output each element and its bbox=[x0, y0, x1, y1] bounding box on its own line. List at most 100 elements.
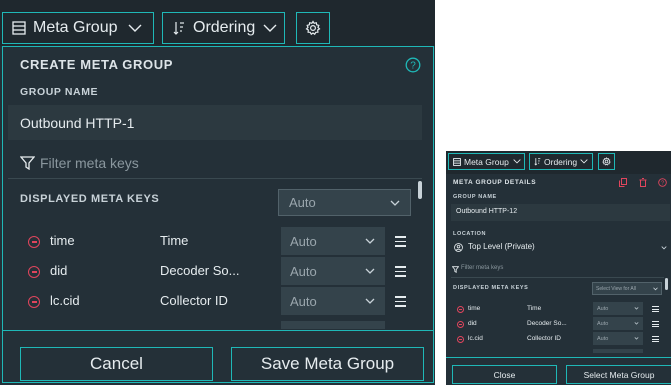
ordering-dropdown[interactable]: Ordering bbox=[162, 12, 285, 44]
meta-group-label: Meta Group bbox=[464, 156, 509, 167]
user-icon bbox=[454, 243, 463, 252]
meta-key: lc.cid bbox=[468, 335, 483, 342]
view-select[interactable] bbox=[593, 349, 643, 353]
list-icon bbox=[12, 21, 26, 35]
remove-icon[interactable] bbox=[457, 321, 464, 328]
location-value: Top Level (Private) bbox=[468, 242, 535, 251]
meta-key: time bbox=[468, 305, 481, 312]
group-name-label: GROUP NAME bbox=[453, 194, 497, 200]
chevron-down-icon bbox=[365, 238, 375, 245]
chevron-down-icon bbox=[634, 337, 639, 340]
group-name-value: Outbound HTTP-1 bbox=[20, 115, 135, 131]
group-name-input[interactable]: Outbound HTTP-1 bbox=[8, 105, 422, 140]
group-name-label: GROUP NAME bbox=[20, 86, 99, 98]
remove-icon[interactable] bbox=[28, 296, 40, 308]
chevron-down-icon bbox=[634, 307, 639, 310]
panel-title: META GROUP DETAILS bbox=[453, 179, 537, 186]
meta-display-name: Collector ID bbox=[160, 293, 228, 308]
view-select[interactable]: Auto bbox=[593, 332, 643, 345]
footer-divider bbox=[3, 330, 433, 331]
create-meta-group-panel: Meta Group Ordering CREATE META GROUP ? … bbox=[0, 0, 435, 385]
meta-group-dropdown[interactable]: Meta Group bbox=[448, 153, 525, 170]
chevron-down-icon bbox=[580, 159, 588, 164]
settings-button[interactable] bbox=[296, 12, 330, 44]
chevron-down-icon bbox=[513, 159, 521, 164]
view-select-value: Auto bbox=[290, 233, 317, 249]
meta-display-name: Decoder So... bbox=[160, 263, 240, 278]
view-select-value: Auto bbox=[597, 320, 609, 327]
panel-title: CREATE META GROUP bbox=[20, 57, 173, 72]
location-select[interactable]: Top Level (Private) bbox=[451, 240, 670, 256]
remove-icon[interactable] bbox=[457, 306, 464, 313]
view-for-all-value: Auto bbox=[289, 195, 316, 210]
gear-icon bbox=[602, 157, 611, 166]
drag-handle-icon[interactable] bbox=[395, 266, 406, 277]
save-meta-group-button[interactable]: Save Meta Group bbox=[231, 347, 424, 381]
remove-icon[interactable] bbox=[457, 336, 464, 343]
sort-icon bbox=[534, 157, 541, 166]
chevron-down-icon bbox=[653, 287, 658, 291]
help-icon[interactable]: ? bbox=[405, 57, 421, 73]
meta-group-dropdown[interactable]: Meta Group bbox=[2, 12, 154, 44]
drag-handle-icon[interactable] bbox=[652, 321, 659, 327]
chevron-down-icon bbox=[661, 246, 667, 250]
remove-icon[interactable] bbox=[28, 266, 40, 278]
view-select[interactable]: Auto bbox=[281, 287, 385, 315]
chevron-down-icon bbox=[365, 268, 375, 275]
divider bbox=[451, 277, 664, 278]
list-icon bbox=[453, 157, 461, 166]
view-for-all-select[interactable]: Auto bbox=[278, 189, 411, 216]
trash-icon[interactable] bbox=[639, 178, 647, 187]
view-select-value: Auto bbox=[597, 305, 609, 312]
remove-icon[interactable] bbox=[28, 236, 40, 248]
view-select[interactable]: Auto bbox=[281, 227, 385, 255]
view-select-value: Auto bbox=[597, 335, 609, 342]
select-meta-group-button[interactable]: Select Meta Group bbox=[566, 365, 671, 384]
displayed-meta-keys-label: DISPLAYED META KEYS bbox=[453, 285, 529, 291]
meta-key: did bbox=[50, 263, 68, 278]
meta-key: time bbox=[50, 233, 75, 248]
view-select[interactable] bbox=[281, 321, 385, 329]
drag-handle-icon[interactable] bbox=[652, 306, 659, 312]
drag-handle-icon[interactable] bbox=[395, 236, 406, 247]
group-name-input[interactable]: Outbound HTTP-12 bbox=[451, 204, 670, 221]
chevron-down-icon bbox=[365, 298, 375, 305]
chevron-down-icon bbox=[390, 200, 400, 207]
gear-icon bbox=[305, 20, 321, 36]
view-select[interactable]: Auto bbox=[593, 317, 643, 330]
meta-display-name: Time bbox=[527, 305, 542, 312]
ordering-label: Ordering bbox=[544, 156, 578, 167]
meta-key: lc.cid bbox=[50, 293, 80, 308]
close-button[interactable]: Close bbox=[452, 365, 557, 384]
filter-meta-keys-input[interactable]: Filter meta keys bbox=[461, 265, 503, 271]
svg-text:?: ? bbox=[661, 180, 664, 186]
ordering-dropdown[interactable]: Ordering bbox=[529, 153, 593, 170]
toolbar: Meta Group Ordering bbox=[0, 0, 435, 46]
meta-group-label: Meta Group bbox=[33, 19, 118, 36]
group-name-value: Outbound HTTP-12 bbox=[456, 208, 518, 215]
drag-handle-icon[interactable] bbox=[652, 336, 659, 342]
copy-icon[interactable] bbox=[619, 178, 627, 187]
view-select[interactable]: Auto bbox=[593, 302, 643, 315]
chevron-down-icon bbox=[128, 24, 142, 33]
settings-button[interactable] bbox=[598, 153, 615, 170]
meta-display-name: Collector ID bbox=[527, 335, 561, 342]
cancel-button[interactable]: Cancel bbox=[20, 347, 213, 381]
view-for-all-select[interactable]: Select View for All bbox=[592, 282, 662, 295]
meta-display-name: Decoder So... bbox=[527, 320, 567, 327]
view-select[interactable]: Auto bbox=[281, 257, 385, 285]
help-icon[interactable]: ? bbox=[658, 178, 667, 187]
meta-group-details-panel: Meta Group Ordering META GROUP DETAILS ?… bbox=[446, 151, 671, 385]
view-select-value: Auto bbox=[290, 263, 317, 279]
filter-meta-keys-input[interactable]: Filter meta keys bbox=[40, 155, 139, 171]
displayed-meta-keys-label: DISPLAYED META KEYS bbox=[20, 193, 160, 205]
meta-key: did bbox=[468, 320, 477, 327]
scrollbar[interactable] bbox=[665, 278, 668, 290]
filter-icon bbox=[452, 266, 459, 273]
toolbar: Meta Group Ordering bbox=[446, 151, 671, 174]
chevron-down-icon bbox=[634, 322, 639, 325]
sort-icon bbox=[173, 20, 185, 36]
drag-handle-icon[interactable] bbox=[395, 296, 406, 307]
scrollbar[interactable] bbox=[418, 181, 422, 199]
ordering-label: Ordering bbox=[193, 19, 256, 36]
